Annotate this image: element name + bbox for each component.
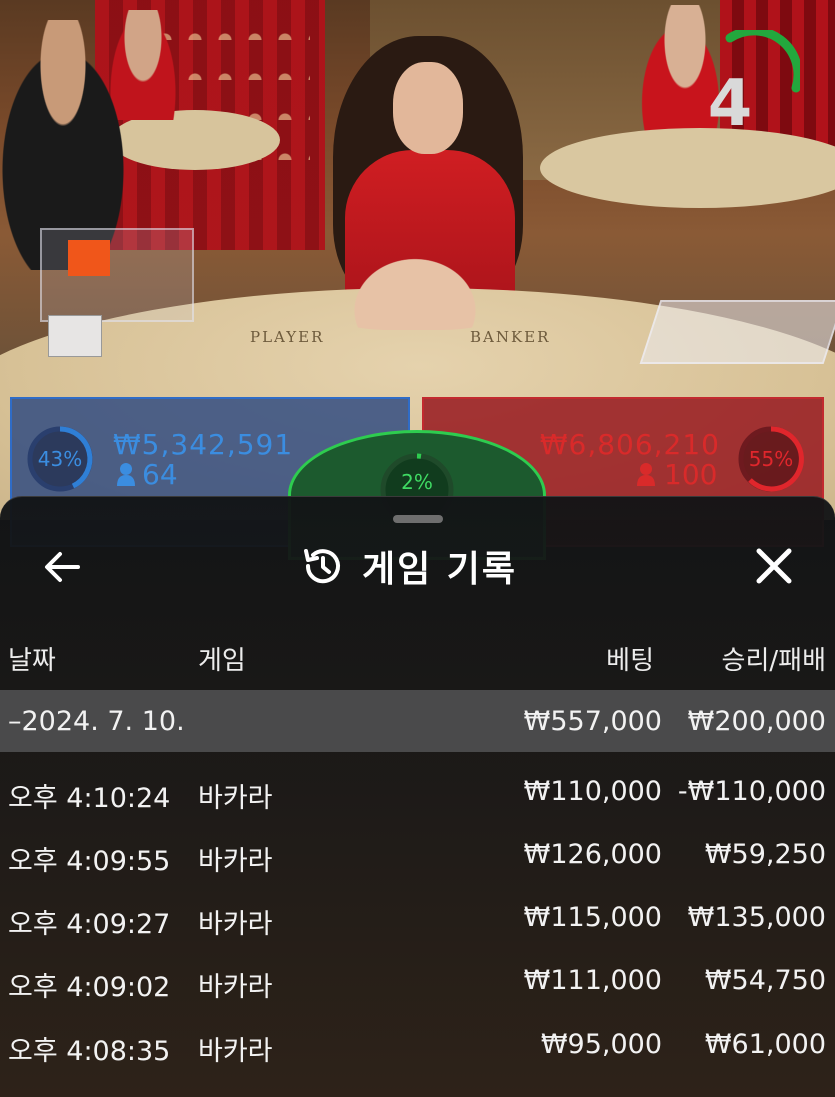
row-game: 바카라	[198, 909, 273, 940]
countdown-number: 4	[707, 67, 753, 141]
row-bet: ₩110,000	[523, 776, 662, 807]
row-result: ₩135,000	[687, 902, 826, 933]
row-result: ₩59,250	[704, 839, 826, 870]
table-row[interactable]: 오후 4:08:35 바카라 ₩95,000 ₩61,000	[0, 1014, 835, 1076]
column-header-result[interactable]: 승리/패배	[670, 640, 826, 677]
dealer-arms	[285, 200, 545, 330]
banker-bettor-count: 100	[664, 458, 718, 491]
table-row[interactable]: 오후 4:10:24 바카라 ₩110,000 -₩110,000	[0, 758, 835, 822]
row-game: 바카라	[198, 972, 273, 1003]
player-bettor-count: 64	[142, 458, 178, 491]
table-label-player: PLAYER	[250, 328, 325, 346]
row-bet: ₩126,000	[523, 839, 662, 870]
table-row[interactable]: 오후 4:09:02 바카라 ₩111,000 ₩54,750	[0, 950, 835, 1014]
date-group-result-total: ₩200,000	[687, 706, 826, 737]
date-group-bet-total: ₩557,000	[523, 706, 662, 737]
arrow-left-icon[interactable]	[40, 545, 84, 589]
player-percent: 43%	[37, 447, 83, 471]
row-time: 오후 4:09:55	[8, 846, 171, 877]
column-header-game[interactable]: 게임	[198, 640, 246, 677]
player-total-bet: ₩5,342,591	[113, 428, 294, 461]
table-row[interactable]: 오후 4:09:27 바카라 ₩115,000 ₩135,000	[0, 886, 835, 950]
banker-percent: 55%	[748, 447, 794, 471]
row-result: -₩110,000	[677, 776, 826, 807]
sheet-drag-handle[interactable]	[393, 515, 443, 523]
card-shoe	[639, 300, 835, 364]
card-deck	[48, 315, 102, 357]
cut-card	[68, 240, 110, 276]
table-label-banker: BANKER	[470, 328, 551, 346]
row-bet: ₩95,000	[540, 1029, 662, 1060]
user-icon	[117, 463, 135, 486]
row-result: ₩54,750	[704, 965, 826, 996]
row-time: 오후 4:10:24	[8, 783, 171, 814]
date-group-label: –2024. 7. 10.	[8, 706, 185, 737]
row-time: 오후 4:09:27	[8, 909, 171, 940]
close-icon[interactable]	[750, 542, 798, 590]
history-clock-icon	[304, 549, 340, 584]
card-discard-box	[40, 228, 194, 322]
table-row[interactable]: 오후 4:09:55 바카라 ₩126,000 ₩59,250	[0, 822, 835, 886]
sheet-header: 게임 기록	[300, 536, 560, 596]
row-result: ₩61,000	[704, 1029, 826, 1060]
background-table	[540, 128, 835, 208]
row-bet: ₩111,000	[523, 965, 662, 996]
row-game: 바카라	[198, 783, 273, 814]
row-time: 오후 4:09:02	[8, 972, 171, 1003]
column-header-bet[interactable]: 베팅	[500, 640, 654, 677]
row-bet: ₩115,000	[523, 902, 662, 933]
row-game: 바카라	[198, 846, 273, 877]
dealer-face	[393, 62, 463, 154]
page-title: 게임 기록	[362, 549, 518, 590]
row-game: 바카라	[198, 1036, 273, 1067]
column-header-date[interactable]: 날짜	[8, 640, 56, 677]
tie-percent: 2%	[401, 470, 433, 494]
row-time: 오후 4:08:35	[8, 1036, 171, 1067]
user-icon	[637, 463, 655, 486]
